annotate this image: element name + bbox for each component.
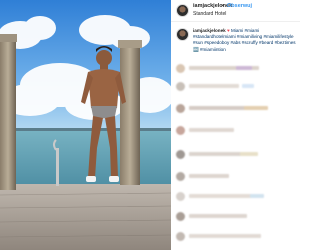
- comment-item: [176, 64, 298, 76]
- caption-avatar[interactable]: [176, 28, 189, 41]
- post-photo[interactable]: [0, 0, 171, 250]
- comment-item: [176, 126, 298, 138]
- comment-item: [176, 172, 298, 184]
- caption-username[interactable]: iamjackjelonek: [193, 28, 226, 33]
- heart-icon: ♥: [226, 28, 230, 33]
- author-avatar[interactable]: [176, 4, 189, 17]
- post-side-panel: iamjackjelonek • Obserwuj Standard Hotel…: [171, 0, 300, 250]
- comment-item: [176, 150, 298, 162]
- comment-item: [176, 232, 298, 244]
- comment-item: [176, 82, 298, 94]
- post-header: iamjackjelonek • Obserwuj Standard Hotel: [171, 0, 300, 22]
- comment-item: [176, 104, 298, 116]
- caption-text: iamjackjelonek ♥ Miami #miami #standardh…: [193, 28, 298, 53]
- comment-item: [176, 212, 298, 224]
- follow-button[interactable]: Obserwuj: [227, 3, 252, 10]
- photo-image: [0, 0, 171, 250]
- header-separator: •: [222, 3, 224, 9]
- post-caption: iamjackjelonek ♥ Miami #miami #standardh…: [171, 26, 300, 54]
- comment-item: [176, 192, 298, 204]
- post-location[interactable]: Standard Hotel: [193, 11, 226, 17]
